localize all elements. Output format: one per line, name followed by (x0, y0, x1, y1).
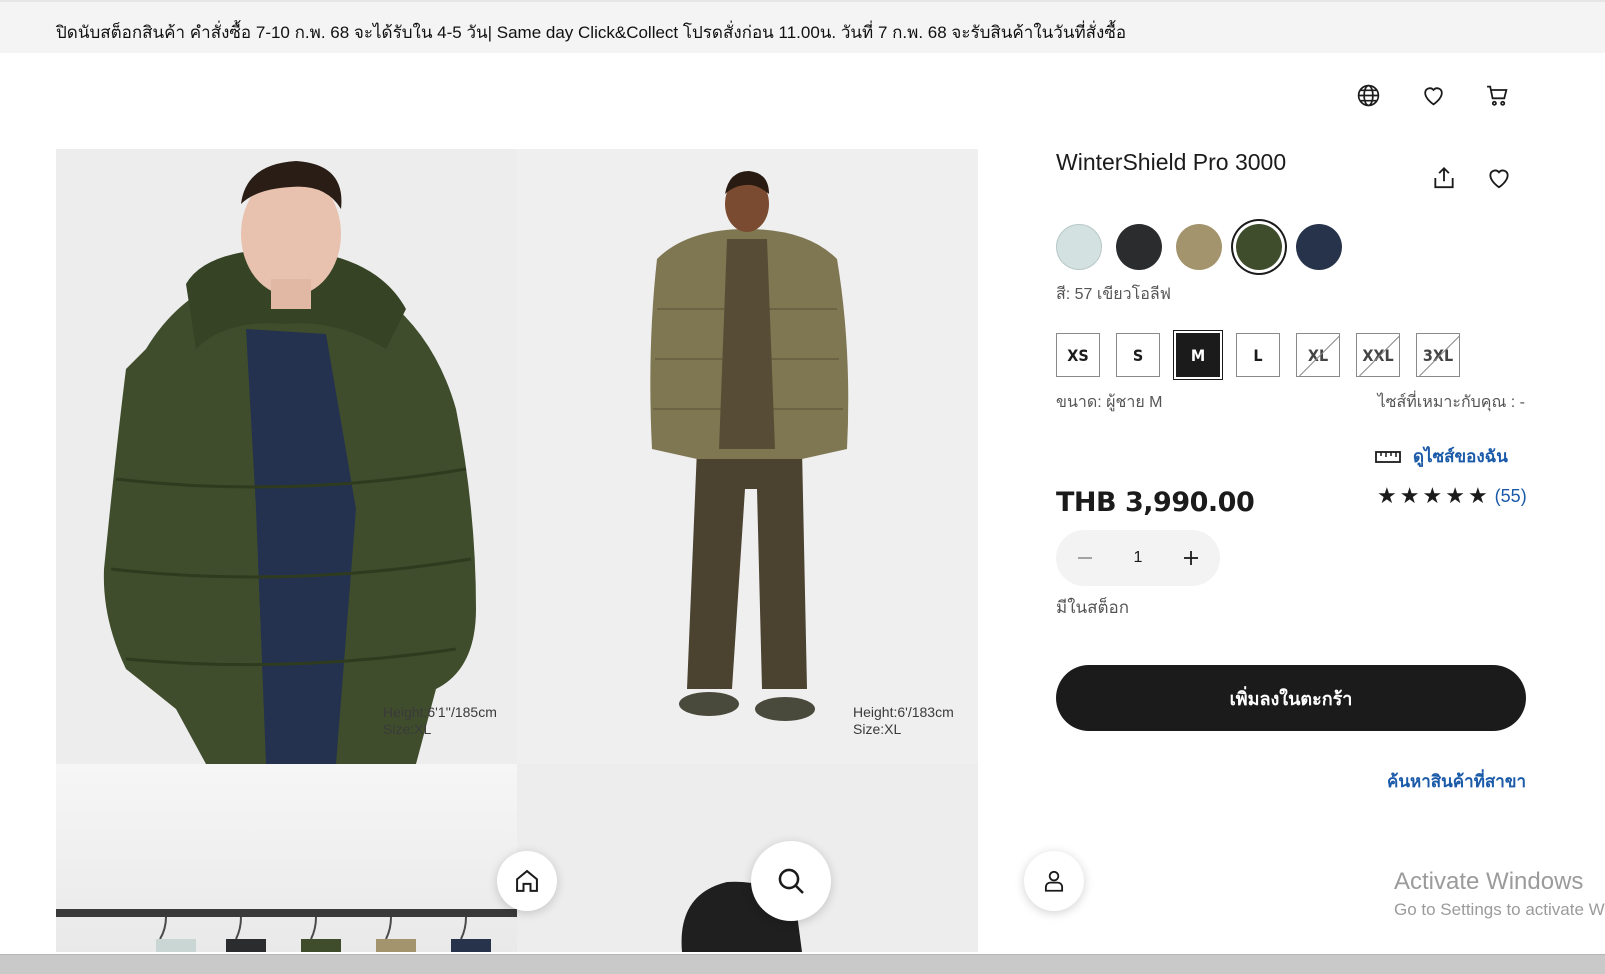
windows-activation-watermark: Activate Windows Go to Settings to activ… (1394, 868, 1605, 920)
add-to-cart-button[interactable]: เพิ่มลงในตะกร้า (1056, 665, 1526, 731)
plus-icon (1184, 551, 1198, 565)
model-caption: Height:6'/183cm Size:XL (853, 704, 954, 738)
size-label: ขนาด: ผู้ชาย M (1056, 394, 1163, 411)
product-image-model-full[interactable]: Height:6'/183cm Size:XL (517, 149, 978, 764)
size-option-3xl[interactable]: 3XL (1416, 333, 1460, 377)
search-button[interactable] (751, 841, 831, 921)
star-icon: ★ (1377, 483, 1397, 508)
ruler-icon (1375, 450, 1401, 463)
model-height: Height:6'/183cm (853, 704, 954, 720)
account-icon (1044, 870, 1064, 892)
model-caption: Height:6'1''/185cm Size:XL (383, 704, 497, 738)
color-swatch-beige[interactable] (1176, 224, 1222, 270)
product-image-hood-detail[interactable] (517, 764, 978, 952)
review-count-link[interactable]: (55) (1495, 486, 1527, 507)
size-option-xxl[interactable]: XXL (1356, 333, 1400, 377)
product-title: WinterShield Pro 3000 (1056, 149, 1287, 175)
size-option-s[interactable]: S (1116, 333, 1160, 377)
color-swatch-navy[interactable] (1296, 224, 1342, 270)
announcement-text: ปิดนับสต็อกสินค้า คำสั่งซื้อ 7-10 ก.พ. 6… (56, 23, 1127, 42)
horizontal-scrollbar[interactable] (0, 954, 1605, 974)
home-icon (516, 869, 538, 892)
account-button[interactable] (1024, 851, 1084, 911)
size-option-l[interactable]: L (1236, 333, 1280, 377)
size-option-xl[interactable]: XL (1296, 333, 1340, 377)
model-size: Size:XL (853, 721, 902, 737)
color-swatch-olive[interactable] (1236, 224, 1282, 270)
star-icon: ★ (1467, 483, 1488, 508)
star-icon: ★ (1399, 483, 1420, 508)
stock-status: มีในสต็อก (1056, 598, 1130, 617)
search-icon (778, 868, 804, 894)
decrease-quantity-button[interactable] (1070, 543, 1100, 573)
fit-label: ไซส์ที่เหมาะกับคุณ : - (1377, 394, 1525, 411)
product-image-rack[interactable] (56, 764, 517, 952)
watermark-line2: Go to Settings to activate Wi (1394, 900, 1605, 919)
star-icon: ★ (1422, 483, 1443, 508)
color-label: สี: 57 เขียวโอลีฟ (1056, 286, 1171, 303)
product-gallery[interactable]: Height:6'1''/185cm Size:XL Height:6'/183… (56, 149, 978, 952)
quantity-value[interactable]: 1 (1134, 549, 1143, 567)
star-icon: ★ (1445, 483, 1465, 508)
color-swatch-black[interactable] (1116, 224, 1162, 270)
share-icon[interactable] (1428, 162, 1460, 194)
size-option-xs[interactable]: XS (1056, 333, 1100, 377)
color-swatch-light-blue[interactable] (1056, 224, 1102, 270)
globe-icon[interactable] (1353, 80, 1383, 110)
product-image-model-closeup[interactable]: Height:6'1''/185cm Size:XL (56, 149, 517, 764)
model-height: Height:6'1''/185cm (383, 704, 497, 720)
announcement-banner: ปิดนับสต็อกสินค้า คำสั่งซื้อ 7-10 ก.พ. 6… (0, 0, 1605, 53)
cart-icon[interactable] (1482, 80, 1512, 110)
my-size-label: ดูไซส์ของฉัน (1413, 447, 1508, 466)
home-button[interactable] (497, 851, 557, 911)
my-size-link[interactable]: ดูไซส์ของฉัน (1375, 443, 1508, 470)
minus-icon (1078, 557, 1092, 559)
model-size: Size:XL (383, 721, 432, 737)
watermark-line1: Activate Windows (1394, 868, 1584, 895)
find-in-store-link[interactable]: ค้นหาสินค้าที่สาขา (1387, 768, 1526, 795)
rating: ★ ★ ★ ★ ★ (55) (1377, 485, 1527, 507)
product-price: THB 3,990.00 (1056, 487, 1255, 518)
favorite-heart-icon[interactable] (1483, 162, 1515, 194)
quantity-stepper: 1 (1056, 530, 1220, 586)
size-option-m[interactable]: M (1176, 333, 1220, 377)
wishlist-heart-icon[interactable] (1418, 80, 1448, 110)
increase-quantity-button[interactable] (1176, 543, 1206, 573)
